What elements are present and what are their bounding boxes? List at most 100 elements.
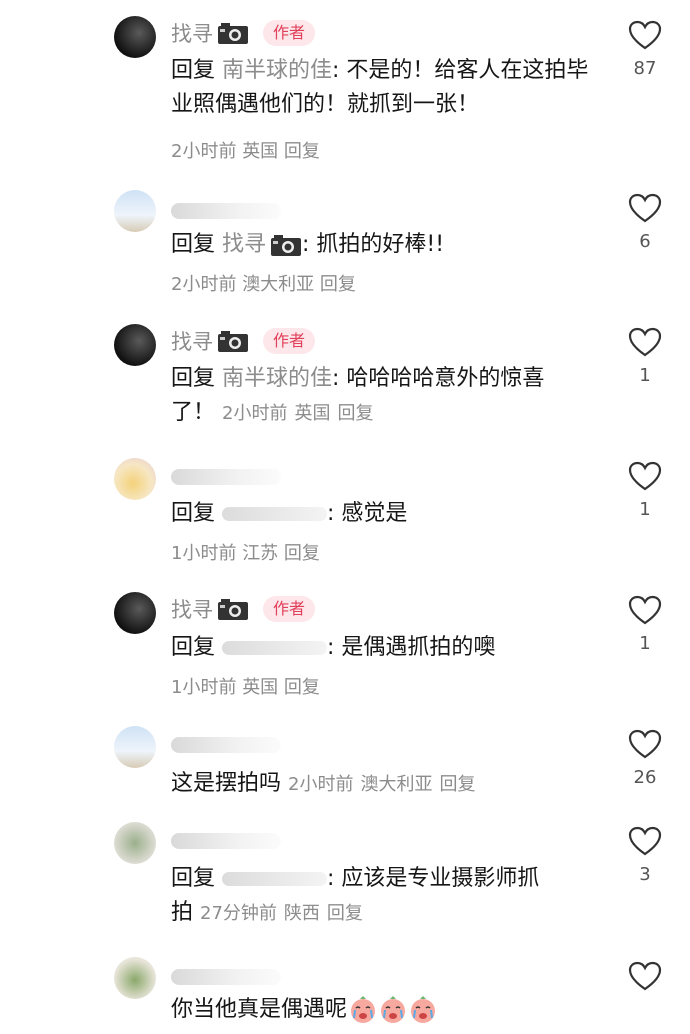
author-badge: 作者 (263, 596, 316, 622)
comment-content-continued: 了！ (171, 400, 216, 425)
location: 澳大利亚 (360, 774, 433, 795)
comment-content: : 哈哈哈哈意外的惊喜 (332, 366, 545, 391)
camera-icon (218, 599, 248, 620)
like-button[interactable]: 87 (626, 20, 664, 79)
like-button[interactable]: 26 (626, 729, 664, 788)
comment-text: 回复 : 感觉是 (171, 497, 601, 531)
avatar[interactable] (114, 324, 156, 366)
reply-button[interactable]: 回复 (284, 543, 320, 564)
crying-emoji-icon (381, 996, 406, 1023)
timestamp: 1小时前 (171, 543, 237, 564)
location: 江苏 (242, 543, 279, 564)
reply-button[interactable]: 回复 (320, 274, 356, 295)
comment-meta: 2小时前 英国 回复 (171, 139, 320, 165)
comment-content: : 应该是专业摄影师抓 (327, 866, 540, 891)
like-button[interactable]: 1 (626, 327, 664, 386)
reply-target-blurred[interactable] (222, 507, 328, 521)
timestamp: 2小时前 (288, 774, 354, 795)
like-button[interactable]: 3 (626, 826, 664, 885)
reply-button[interactable]: 回复 (284, 677, 320, 698)
crying-emoji-icon (351, 996, 376, 1023)
username-blurred[interactable] (171, 469, 281, 485)
heart-icon (628, 193, 662, 223)
comment-text: 你当他真是偶遇呢 (171, 993, 601, 1027)
timestamp: 2小时前 (171, 141, 237, 162)
comment-content: : 是偶遇抓拍的噢 (327, 635, 496, 660)
heart-icon (628, 961, 662, 991)
location: 英国 (242, 141, 279, 162)
like-button[interactable]: 6 (626, 193, 664, 252)
reply-button[interactable]: 回复 (337, 403, 373, 424)
avatar[interactable] (114, 726, 156, 768)
username-blurred[interactable] (171, 203, 281, 219)
comment-content-continued: 拍 (171, 900, 194, 925)
like-count: 6 (639, 231, 651, 252)
like-button[interactable]: 1 (626, 461, 664, 520)
comment-text: 回复 南半球的佳: 不是的！给客人在这拍毕业照偶遇他们的！就抓到一张！ (171, 54, 601, 122)
reply-target[interactable]: 南半球的佳 (222, 58, 332, 83)
reply-target[interactable]: 南半球的佳 (222, 366, 332, 391)
heart-icon (628, 826, 662, 856)
like-count: 26 (633, 767, 657, 788)
reply-keyword: 回复 (171, 58, 216, 83)
username[interactable]: 找寻 (171, 326, 213, 356)
like-button[interactable] (626, 961, 664, 991)
location: 英国 (294, 403, 331, 424)
reply-button[interactable]: 回复 (284, 141, 320, 162)
location: 陕西 (283, 903, 320, 924)
comment-text: 回复 : 应该是专业摄影师抓 拍 27分钟前 陕西 回复 (171, 862, 601, 931)
like-count: 3 (639, 864, 651, 885)
location: 澳大利亚 (242, 274, 315, 295)
avatar[interactable] (114, 592, 156, 634)
avatar[interactable] (114, 822, 156, 864)
comment-content: : 抓拍的好棒!! (302, 232, 445, 257)
reply-keyword: 回复 (171, 866, 216, 891)
heart-icon (628, 461, 662, 491)
reply-keyword: 回复 (171, 501, 216, 526)
camera-icon (218, 331, 248, 352)
avatar[interactable] (114, 957, 156, 999)
reply-keyword: 回复 (171, 635, 216, 660)
timestamp: 27分钟前 (200, 903, 277, 924)
comment-meta: 1小时前 英国 回复 (171, 675, 320, 701)
location: 英国 (242, 677, 279, 698)
reply-button[interactable]: 回复 (327, 903, 363, 924)
author-badge: 作者 (263, 20, 316, 46)
reply-target-blurred[interactable] (222, 872, 328, 886)
comment-content: 你当他真是偶遇呢 (171, 997, 348, 1022)
avatar[interactable] (114, 16, 156, 58)
timestamp: 2小时前 (171, 274, 237, 295)
reply-button[interactable]: 回复 (439, 774, 475, 795)
heart-icon (628, 729, 662, 759)
reply-target-blurred[interactable] (222, 641, 328, 655)
avatar[interactable] (114, 190, 156, 232)
heart-icon (628, 327, 662, 357)
timestamp: 2小时前 (222, 403, 288, 424)
comment-content: : 感觉是 (327, 501, 408, 526)
author-badge: 作者 (263, 328, 316, 354)
heart-icon (628, 20, 662, 50)
username[interactable]: 找寻 (171, 18, 213, 48)
username-blurred[interactable] (171, 969, 281, 985)
reply-keyword: 回复 (171, 232, 216, 257)
comment-meta: 2小时前 澳大利亚 回复 (171, 272, 356, 298)
comment-text: 回复 南半球的佳: 哈哈哈哈意外的惊喜 了！ 2小时前 英国 回复 (171, 362, 601, 431)
reply-target[interactable]: 找寻 (222, 232, 266, 257)
heart-icon (628, 595, 662, 625)
comment-text: 这是摆拍吗 2小时前 澳大利亚 回复 (171, 767, 601, 802)
comment-content: 这是摆拍吗 (171, 771, 282, 796)
username[interactable]: 找寻 (171, 594, 213, 624)
like-count: 1 (639, 365, 651, 386)
like-button[interactable]: 1 (626, 595, 664, 654)
avatar[interactable] (114, 458, 156, 500)
like-count: 87 (633, 58, 657, 79)
like-count: 1 (639, 499, 651, 520)
comment-text: 回复 : 是偶遇抓拍的噢 (171, 631, 601, 665)
username-blurred[interactable] (171, 833, 281, 849)
comment-meta: 1小时前 江苏 回复 (171, 541, 320, 567)
crying-emoji-icon (411, 996, 436, 1023)
camera-icon (218, 23, 248, 44)
timestamp: 1小时前 (171, 677, 237, 698)
comment-text: 回复 找寻 : 抓拍的好棒!! (171, 228, 601, 262)
username-blurred[interactable] (171, 737, 281, 753)
